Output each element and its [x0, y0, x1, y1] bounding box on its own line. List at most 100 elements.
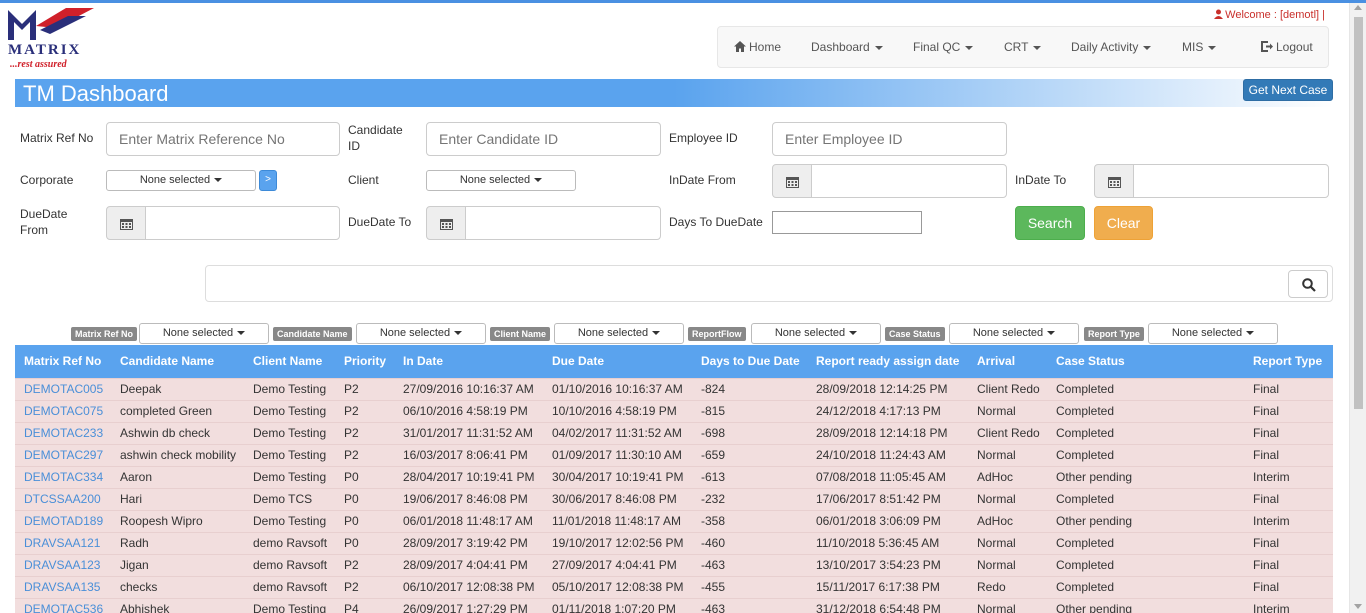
cell-client-name: Demo Testing	[244, 443, 335, 466]
cell-matrix-ref-link[interactable]: DEMOTAC536	[15, 597, 111, 613]
cell-days-to-due: -358	[692, 509, 807, 532]
cell-client-name: demo Ravsoft	[244, 531, 335, 554]
search-button[interactable]: Search	[1015, 206, 1085, 240]
cell-matrix-ref-link[interactable]: DEMOTAC005	[15, 377, 111, 400]
cell-arrival: Normal	[968, 597, 1047, 613]
cell-client-name: Demo Testing	[244, 421, 335, 444]
cell-report-ready-date: 11/10/2018 5:36:45 AM	[807, 531, 968, 554]
cell-matrix-ref-link[interactable]: DRAVSAA121	[15, 531, 111, 554]
cell-in-date: 27/09/2016 10:16:37 AM	[394, 377, 543, 400]
cell-priority: P2	[335, 377, 394, 400]
colfilter-label-reportflow: ReportFlow	[688, 327, 746, 341]
corporate-select[interactable]: None selected	[106, 170, 256, 191]
candidate-id-input[interactable]	[426, 122, 661, 156]
corporate-go-button[interactable]: >	[259, 170, 277, 191]
cell-in-date: 26/09/2017 1:27:29 PM	[394, 597, 543, 613]
indate-to-input[interactable]	[1133, 164, 1329, 198]
col-header-report-ready[interactable]: Report ready assign date	[807, 345, 968, 378]
cell-case-status: Other pending	[1047, 509, 1244, 532]
page-scrollbar[interactable]	[1349, 3, 1366, 613]
col-header-candidate-name[interactable]: Candidate Name	[111, 345, 244, 378]
cell-matrix-ref-link[interactable]: DRAVSAA123	[15, 553, 111, 576]
table-search-button[interactable]	[1288, 270, 1328, 298]
col-header-matrix-ref[interactable]: Matrix Ref No	[15, 345, 111, 378]
nav-daily-activity[interactable]: Daily Activity	[1071, 40, 1152, 54]
welcome-user[interactable]: Welcome : [demotl] |	[1214, 8, 1325, 21]
cell-matrix-ref-link[interactable]: DEMOTAC075	[15, 399, 111, 422]
cell-report-ready-date: 31/12/2018 6:54:48 PM	[807, 597, 968, 613]
cell-client-name: Demo Testing	[244, 465, 335, 488]
days-to-duedate-input[interactable]	[772, 211, 922, 234]
cell-due-date: 30/06/2017 8:46:08 PM	[543, 487, 692, 510]
nav-mis[interactable]: MIS	[1182, 40, 1217, 54]
matrix-ref-input[interactable]	[106, 122, 340, 156]
cell-report-ready-date: 06/01/2018 3:06:09 PM	[807, 509, 968, 532]
cell-matrix-ref-link[interactable]: DRAVSAA135	[15, 575, 111, 598]
cell-case-status: Completed	[1047, 487, 1244, 510]
matrix-logo[interactable]: MATRIX ...rest assured	[6, 6, 98, 72]
cell-arrival: Client Redo	[968, 421, 1047, 444]
duedate-from-input[interactable]	[145, 206, 340, 240]
get-next-case-button[interactable]: Get Next Case	[1243, 79, 1333, 101]
cell-matrix-ref-link[interactable]: DEMOTAD189	[15, 509, 111, 532]
cell-arrival: Redo	[968, 575, 1047, 598]
indate-from-label: InDate From	[669, 173, 736, 187]
cell-case-status: Completed	[1047, 443, 1244, 466]
cell-report-type: Final	[1244, 377, 1333, 400]
calendar-button[interactable]	[426, 206, 466, 240]
cell-matrix-ref-link[interactable]: DEMOTAC233	[15, 421, 111, 444]
nav-dashboard[interactable]: Dashboard	[811, 40, 883, 54]
col-header-arrival[interactable]: Arrival	[968, 345, 1047, 378]
calendar-button[interactable]	[772, 164, 812, 198]
colfilter-select-matrix-ref[interactable]: None selected	[139, 323, 269, 344]
duedate-to-picker[interactable]	[426, 206, 661, 240]
cell-candidate-name: ashwin check mobility	[111, 443, 244, 466]
cell-candidate-name: Aaron	[111, 465, 244, 488]
nav-final-qc[interactable]: Final QC	[913, 40, 974, 54]
calendar-button[interactable]	[1094, 164, 1134, 198]
duedate-from-label: DueDate From	[20, 207, 68, 237]
calendar-button[interactable]	[106, 206, 146, 240]
cell-in-date: 31/01/2017 11:31:52 AM	[394, 421, 543, 444]
colfilter-select-client-name[interactable]: None selected	[554, 323, 684, 344]
col-header-priority[interactable]: Priority	[335, 345, 394, 378]
scroll-down-icon[interactable]	[1354, 604, 1362, 609]
client-select[interactable]: None selected	[426, 170, 576, 191]
cell-priority: P0	[335, 487, 394, 510]
nav-logout[interactable]: Logout	[1261, 40, 1313, 54]
col-header-due-date[interactable]: Due Date	[543, 345, 692, 378]
col-header-client-name[interactable]: Client Name	[244, 345, 335, 378]
colfilter-label-report-type: Report Type	[1084, 327, 1144, 341]
scroll-up-icon[interactable]	[1354, 5, 1362, 10]
cell-matrix-ref-link[interactable]: DEMOTAC297	[15, 443, 111, 466]
col-header-report-type[interactable]: Report Type	[1244, 345, 1333, 378]
clear-button[interactable]: Clear	[1094, 206, 1153, 240]
col-header-in-date[interactable]: In Date	[394, 345, 543, 378]
scrollbar-thumb[interactable]	[1354, 17, 1363, 409]
cell-case-status: Completed	[1047, 531, 1244, 554]
colfilter-select-case-status[interactable]: None selected	[949, 323, 1079, 344]
table-row: DRAVSAA123 Jigan demo Ravsoft P2 28/09/2017 …	[15, 553, 1333, 576]
indate-from-input[interactable]	[811, 164, 1007, 198]
cell-matrix-ref-link[interactable]: DTCSSAA200	[15, 487, 111, 510]
col-header-days-to-due[interactable]: Days to Due Date	[692, 345, 807, 378]
indate-from-picker[interactable]	[772, 164, 1007, 198]
table-search-bar[interactable]	[205, 265, 1333, 302]
nav-crt[interactable]: CRT	[1004, 40, 1042, 54]
cell-case-status: Completed	[1047, 377, 1244, 400]
colfilter-select-report-type[interactable]: None selected	[1148, 323, 1278, 344]
indate-to-picker[interactable]	[1094, 164, 1329, 198]
colfilter-select-reportflow[interactable]: None selected	[751, 323, 881, 344]
cell-due-date: 01/10/2016 10:16:37 AM	[543, 377, 692, 400]
employee-id-input[interactable]	[772, 122, 1007, 156]
cell-report-type: Final	[1244, 443, 1333, 466]
duedate-to-input[interactable]	[465, 206, 661, 240]
nav-home[interactable]: Home	[734, 40, 781, 54]
col-header-case-status[interactable]: Case Status	[1047, 345, 1244, 378]
cell-matrix-ref-link[interactable]: DEMOTAC334	[15, 465, 111, 488]
cell-report-ready-date: 24/10/2018 11:24:43 AM	[807, 443, 968, 466]
colfilter-select-candidate-name[interactable]: None selected	[356, 323, 486, 344]
chevron-down-icon	[1208, 45, 1217, 50]
cell-days-to-due: -824	[692, 377, 807, 400]
duedate-from-picker[interactable]	[106, 206, 340, 240]
